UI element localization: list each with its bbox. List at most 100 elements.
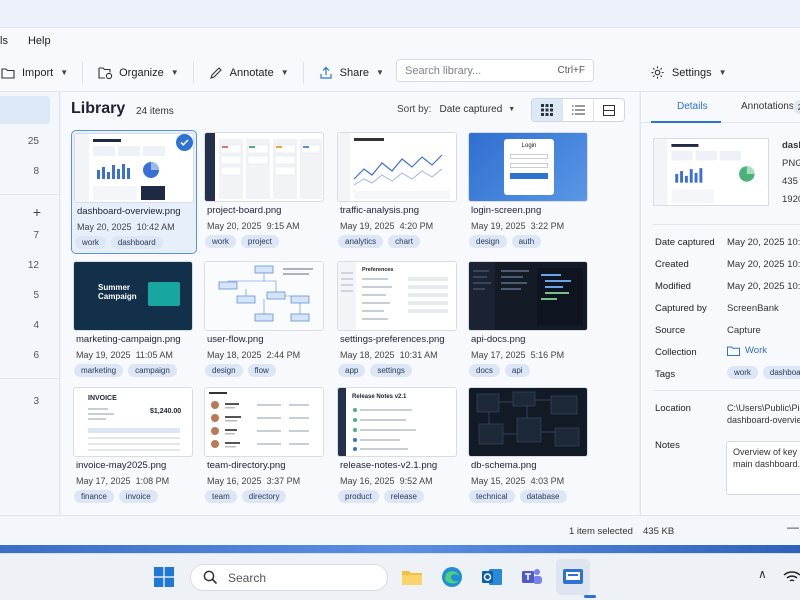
- tag[interactable]: dashboard: [110, 236, 163, 249]
- library-item[interactable]: Summer Campaign marketing-campaign.png M…: [71, 259, 197, 383]
- details-divider: [653, 224, 800, 225]
- resize-grip-icon[interactable]: —: [787, 520, 799, 534]
- library-item[interactable]: Login login-screen.png May 19, 2025 3:22…: [466, 130, 592, 254]
- tag[interactable]: work: [727, 366, 758, 379]
- selected-check-icon[interactable]: [176, 134, 193, 151]
- import-label: Import: [22, 66, 54, 79]
- library-item[interactable]: Release Notes v2.1 release-notes-v2.1.pn…: [335, 385, 461, 509]
- tag[interactable]: app: [338, 364, 366, 377]
- organize-label: Organize: [119, 66, 164, 79]
- toolbar-divider: [82, 61, 84, 84]
- library-item[interactable]: team-directory.png May 16, 2025 3:37 PM …: [202, 385, 328, 509]
- window-titlebar: [0, 0, 800, 28]
- list-view-button[interactable]: [563, 99, 594, 121]
- item-date: May 20, 2025 10:42 AM: [77, 222, 175, 232]
- outlook-icon[interactable]: [480, 565, 504, 589]
- item-date: May 18, 2025 10:31 AM: [340, 350, 438, 360]
- summer-thumb-text: Summer: [98, 283, 131, 292]
- collection-link[interactable]: Work: [727, 345, 767, 356]
- item-filename: traffic-analysis.png: [340, 205, 420, 216]
- tag[interactable]: technical: [469, 490, 515, 503]
- chevron-up-icon[interactable]: ∧: [758, 567, 767, 581]
- tag[interactable]: dashboard: [762, 366, 800, 379]
- windows-start-icon[interactable]: [152, 565, 176, 589]
- item-date: May 17, 2025 5:16 PM: [471, 350, 565, 360]
- tag[interactable]: analytics: [338, 235, 384, 248]
- panel-icon: [603, 104, 615, 116]
- tag[interactable]: auth: [511, 235, 542, 248]
- tag[interactable]: marketing: [74, 364, 124, 377]
- page-title: Library: [71, 100, 126, 117]
- tag[interactable]: project: [240, 235, 279, 248]
- file-dimensions: 1920: [782, 194, 800, 205]
- selection-status: 1 item selected: [569, 526, 633, 537]
- tag[interactable]: work: [75, 236, 106, 249]
- tag[interactable]: release: [383, 490, 424, 503]
- library-item[interactable]: Preferences settings-preferences.png May…: [335, 259, 461, 383]
- taskbar-search[interactable]: Search: [190, 564, 388, 591]
- item-filename: db-schema.png: [471, 460, 537, 471]
- tag[interactable]: docs: [469, 364, 500, 377]
- notes-field[interactable]: Overview of key m main dashboard.: [726, 441, 800, 495]
- wifi-icon[interactable]: [780, 565, 800, 589]
- teams-icon[interactable]: [520, 565, 544, 589]
- tag[interactable]: campaign: [128, 364, 177, 377]
- share-button[interactable]: Share ▼: [310, 58, 392, 88]
- library-search[interactable]: Ctrl+F: [396, 59, 594, 82]
- library-item[interactable]: dashboard-overview.png May 20, 2025 10:4…: [71, 130, 197, 254]
- annotations-count-badge: 2: [793, 100, 800, 114]
- tag[interactable]: finance: [74, 490, 114, 503]
- settings-button[interactable]: Settings ▼: [644, 58, 735, 88]
- tag[interactable]: database: [519, 490, 567, 503]
- grid-icon: [541, 104, 553, 116]
- edge-browser-icon[interactable]: [440, 565, 464, 589]
- tag[interactable]: design: [205, 364, 243, 377]
- tag[interactable]: api: [504, 364, 530, 377]
- add-collection-icon[interactable]: +: [33, 204, 41, 220]
- item-date: May 16, 2025 3:37 PM: [207, 476, 301, 486]
- library-item[interactable]: project-board.png May 20, 2025 9:15 AM w…: [202, 130, 328, 254]
- chevron-down-icon: ▼: [280, 68, 289, 77]
- tab-details[interactable]: Details: [677, 101, 708, 112]
- import-button[interactable]: Import ▼: [0, 58, 76, 88]
- detail-label: Collection: [655, 347, 697, 358]
- organize-button[interactable]: Organize ▼: [89, 58, 187, 88]
- tag[interactable]: settings: [370, 364, 412, 377]
- library-item[interactable]: db-schema.png May 15, 2025 4:03 PM techn…: [466, 385, 592, 509]
- sidebar-count: 3: [33, 396, 39, 407]
- item-tags: product release: [338, 490, 424, 503]
- menu-tools[interactable]: ls: [0, 35, 8, 47]
- sidebar-count: 12: [27, 260, 39, 271]
- search-input[interactable]: [405, 64, 558, 77]
- tag[interactable]: chart: [388, 235, 420, 248]
- tag[interactable]: flow: [247, 364, 276, 377]
- item-date: May 20, 2025 9:15 AM: [207, 221, 300, 231]
- library-item[interactable]: api-docs.png May 17, 2025 5:16 PM docs a…: [466, 259, 592, 383]
- sort-control[interactable]: Sort by: Date captured ▼: [397, 104, 515, 115]
- tag[interactable]: invoice: [118, 490, 158, 503]
- library-item[interactable]: user-flow.png May 18, 2025 2:44 PM desig…: [202, 259, 328, 383]
- library-main: Library 24 items Sort by: Date captured …: [61, 92, 639, 515]
- library-item[interactable]: INVOICE $1,240.00 invoice-may2025.png Ma…: [71, 385, 197, 509]
- tag[interactable]: design: [469, 235, 507, 248]
- sidebar-divider: [0, 378, 60, 379]
- library-item[interactable]: traffic-analysis.png May 19, 2025 4:20 P…: [335, 130, 461, 254]
- screenbank-app-icon[interactable]: [561, 565, 585, 589]
- annotate-button[interactable]: Annotate ▼: [200, 58, 297, 88]
- detail-view-button[interactable]: [594, 99, 624, 121]
- tag[interactable]: directory: [241, 490, 287, 503]
- annotate-label: Annotate: [229, 66, 274, 79]
- tag[interactable]: product: [338, 490, 379, 503]
- status-bar: 1 item selected 435 KB —: [0, 515, 800, 545]
- menu-help[interactable]: Help: [28, 35, 51, 47]
- tab-annotations[interactable]: Annotations: [741, 101, 794, 112]
- search-shortcut: Ctrl+F: [557, 65, 586, 76]
- tag[interactable]: team: [205, 490, 237, 503]
- grid-view-button[interactable]: [532, 99, 563, 121]
- sidebar-count: 25: [27, 136, 39, 147]
- tag[interactable]: work: [205, 235, 236, 248]
- file-explorer-icon[interactable]: [400, 565, 424, 589]
- detail-label: Modified: [655, 281, 691, 292]
- item-filename: api-docs.png: [471, 334, 526, 345]
- sidebar-item-selected[interactable]: [0, 96, 50, 124]
